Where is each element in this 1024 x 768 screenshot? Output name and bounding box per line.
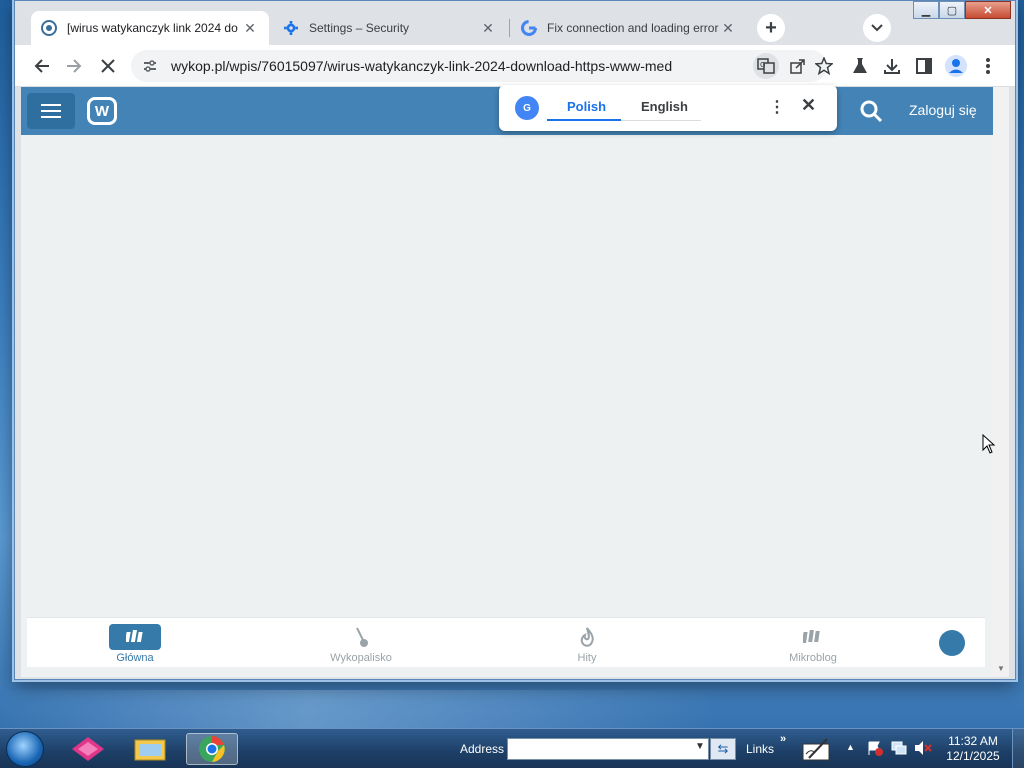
go-arrow-icon[interactable]: ⇆	[710, 738, 736, 760]
chrome-taskbar-icon[interactable]	[186, 733, 238, 765]
show-hidden-icons-icon[interactable]: ▲	[846, 742, 855, 752]
links-chevron-icon[interactable]: »	[780, 733, 786, 745]
nav-item-glowna[interactable]: Główna	[85, 624, 185, 664]
download-icon[interactable]	[879, 53, 905, 79]
scroll-down-arrow-icon[interactable]: ▼	[997, 664, 1005, 673]
tab-title: Settings – Security	[309, 21, 410, 35]
search-icon[interactable]	[859, 99, 883, 123]
show-desktop-button[interactable]	[1012, 729, 1024, 768]
volume-muted-icon[interactable]	[914, 739, 932, 757]
browser-toolbar: wykop.pl/wpis/76015097/wirus-watykanczyk…	[15, 45, 1015, 87]
lang-tab-english[interactable]: English	[641, 99, 688, 114]
tab-title: Fix connection and loading errors	[547, 21, 719, 35]
nav-label: Główna	[116, 652, 154, 664]
selected-lang-indicator	[547, 119, 621, 121]
user-avatar[interactable]	[939, 630, 965, 656]
side-panel-icon[interactable]	[911, 53, 937, 79]
translate-icon[interactable]: G	[753, 53, 779, 79]
close-tab-icon[interactable]: ✕	[719, 20, 737, 37]
windows-taskbar: Address ▼ ⇆ Links » ▲ 11:32 AM 12/1/2025	[0, 728, 1024, 768]
system-clock[interactable]: 11:32 AM 12/1/2025	[946, 734, 1000, 764]
taskbar-app-tiled-icon[interactable]	[62, 733, 114, 765]
close-tab-icon[interactable]: ✕	[241, 20, 259, 37]
bookmark-star-icon[interactable]	[811, 53, 837, 79]
mouse-cursor-icon	[982, 434, 996, 454]
web-page: W Zaloguj się Główna Wykopalisko Hity Mi…	[21, 87, 993, 677]
site-info-icon[interactable]	[141, 57, 159, 75]
tab-settings-security[interactable]: Settings – Security ✕	[273, 11, 507, 45]
mikroblog-icon	[787, 624, 839, 650]
address-bar[interactable]: wykop.pl/wpis/76015097/wirus-watykanczyk…	[131, 50, 833, 82]
nav-item-mikroblog[interactable]: Mikroblog	[763, 624, 863, 664]
forward-arrow-icon	[67, 59, 82, 73]
minimize-button[interactable]: ▁	[913, 1, 939, 19]
wykop-logo[interactable]: W	[87, 97, 117, 125]
desktop-background	[0, 690, 1024, 730]
more-options-icon[interactable]: ⋮	[769, 97, 785, 117]
wykop-home-icon	[109, 624, 161, 650]
address-dropdown-icon[interactable]: ▼	[695, 741, 705, 752]
google-translate-icon: G	[515, 96, 539, 120]
stop-loading-button[interactable]	[95, 53, 121, 79]
start-button[interactable]	[6, 731, 44, 767]
tab-separator	[509, 19, 510, 37]
flame-icon	[561, 624, 613, 650]
browser-window: [wirus watykanczyk link 2024 do ✕ Settin…	[14, 0, 1016, 680]
gear-icon	[283, 20, 299, 36]
wykop-favicon-icon	[41, 20, 57, 36]
clock-time: 11:32 AM	[948, 734, 998, 748]
network-icon[interactable]	[890, 739, 908, 757]
shovel-icon	[335, 624, 387, 650]
back-button[interactable]	[29, 53, 55, 79]
address-toolbar-label: Address	[460, 742, 505, 756]
tab-fix-connection[interactable]: Fix connection and loading errors ✕	[511, 11, 747, 45]
pen-tablet-icon[interactable]	[794, 733, 838, 765]
new-tab-button[interactable]: +	[757, 14, 785, 42]
window-controls: ▁ ▢ ✕	[913, 1, 1011, 19]
back-arrow-icon	[34, 59, 49, 73]
nav-label: Wykopalisko	[330, 652, 392, 664]
translate-popup: G Polish English ⋮ ✕	[499, 85, 837, 131]
login-link[interactable]: Zaloguj się	[909, 102, 977, 118]
lang-tab-polish[interactable]: Polish	[567, 99, 606, 114]
taskbar-address-input[interactable]	[507, 738, 709, 760]
hamburger-menu-button[interactable]	[27, 93, 75, 129]
profile-avatar-icon[interactable]	[943, 53, 969, 79]
close-window-button[interactable]: ✕	[965, 1, 1011, 19]
tab-title: [wirus watykanczyk link 2024 do	[67, 21, 238, 35]
maximize-button[interactable]: ▢	[939, 1, 965, 19]
share-icon[interactable]	[785, 53, 811, 79]
links-toolbar-label[interactable]: Links	[746, 742, 774, 756]
nav-item-hity[interactable]: Hity	[537, 624, 637, 664]
action-center-flag-icon[interactable]	[866, 739, 884, 757]
nav-item-wykopalisko[interactable]: Wykopalisko	[311, 624, 411, 664]
labs-flask-icon[interactable]	[847, 53, 873, 79]
svg-text:G: G	[760, 61, 765, 69]
forward-button[interactable]	[61, 53, 87, 79]
close-tab-icon[interactable]: ✕	[479, 20, 497, 37]
page-scrollbar[interactable]: ▼	[993, 87, 1009, 677]
tab-wykop[interactable]: [wirus watykanczyk link 2024 do ✕	[31, 11, 269, 45]
close-popup-icon[interactable]: ✕	[801, 95, 816, 116]
nav-label: Hity	[577, 652, 597, 664]
bottom-navigation: Główna Wykopalisko Hity Mikroblog	[27, 617, 985, 667]
google-g-icon	[521, 20, 537, 36]
nav-label: Mikroblog	[789, 652, 837, 664]
file-explorer-icon[interactable]	[124, 733, 176, 765]
tab-strip: [wirus watykanczyk link 2024 do ✕ Settin…	[15, 1, 1015, 45]
clock-date: 12/1/2025	[946, 749, 1000, 763]
url-text: wykop.pl/wpis/76015097/wirus-watykanczyk…	[171, 58, 673, 74]
menu-kebab-icon[interactable]	[975, 53, 1001, 79]
stop-icon	[101, 59, 115, 73]
chevron-down-icon[interactable]	[863, 14, 891, 42]
